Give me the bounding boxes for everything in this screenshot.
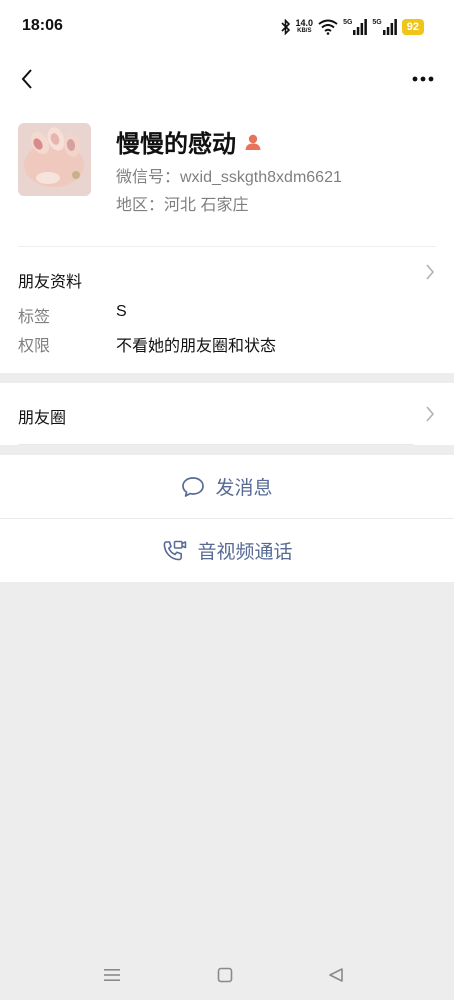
signal-1-label: 5G	[343, 19, 353, 26]
video-call-label: 音视频通话	[197, 542, 293, 563]
chat-bubble-icon	[182, 476, 205, 497]
triangle-back-icon	[329, 968, 343, 982]
square-home-icon	[217, 967, 233, 983]
more-options-button[interactable]	[408, 64, 438, 94]
female-person-icon	[245, 134, 261, 150]
divider	[18, 444, 414, 445]
nickname: 慢慢的感动	[116, 131, 236, 158]
system-nav-bar	[0, 950, 454, 1000]
back-button[interactable]	[12, 64, 42, 94]
profile-header: 慢慢的感动 微信号：wxid_sskgth8xdm6621 地区：河北 石家庄	[0, 104, 454, 246]
region: 地区：河北 石家庄	[116, 197, 249, 214]
chevron-right-icon	[426, 264, 435, 280]
permission-label: 权限	[18, 338, 51, 355]
cellular-signal-icon-2: 5G	[372, 19, 397, 35]
chevron-right-icon	[426, 406, 435, 422]
wechat-id: 微信号：wxid_sskgth8xdm6621	[116, 169, 342, 186]
battery-indicator: 92	[401, 19, 424, 35]
chevron-left-icon	[21, 69, 32, 89]
status-bar: 18:06 14.0 KB/S 5G 5G 92	[0, 0, 454, 54]
tag-value: S	[116, 303, 127, 320]
avatar[interactable]	[18, 123, 91, 196]
ellipsis-icon	[412, 76, 434, 82]
signal-2-label: 5G	[372, 19, 382, 26]
nav-bar	[0, 54, 454, 104]
moments-label: 朋友圈	[18, 410, 67, 427]
status-icons: 14.0 KB/S 5G 5G 92	[280, 16, 424, 38]
permission-value: 不看她的朋友圈和状态	[116, 338, 277, 355]
video-call-button[interactable]: 音视频通话	[0, 519, 454, 582]
menu-icon	[104, 969, 120, 981]
nickname-row: 慢慢的感动	[116, 124, 262, 159]
bluetooth-icon	[280, 19, 291, 35]
network-speed-unit: KB/S	[297, 28, 312, 34]
system-back-button[interactable]	[323, 962, 349, 988]
menu-button[interactable]	[99, 962, 125, 988]
tag-label: 标签	[18, 309, 51, 326]
status-time: 18:06	[22, 17, 63, 34]
home-button[interactable]	[212, 962, 238, 988]
friend-info-section[interactable]: 朋友资料 标签 S 权限 不看她的朋友圈和状态	[0, 246, 454, 373]
friend-info-title: 朋友资料	[18, 274, 83, 291]
divider	[18, 246, 436, 247]
network-speed: 14.0 KB/S	[296, 19, 314, 35]
actions-section: 发消息 音视频通话	[0, 455, 454, 582]
wifi-icon	[318, 19, 338, 35]
send-message-button[interactable]: 发消息	[0, 455, 454, 518]
moments-row[interactable]: 朋友圈	[0, 383, 454, 445]
send-message-label: 发消息	[215, 478, 273, 499]
phone-video-icon	[164, 540, 187, 560]
cellular-signal-icon: 5G	[343, 19, 368, 35]
